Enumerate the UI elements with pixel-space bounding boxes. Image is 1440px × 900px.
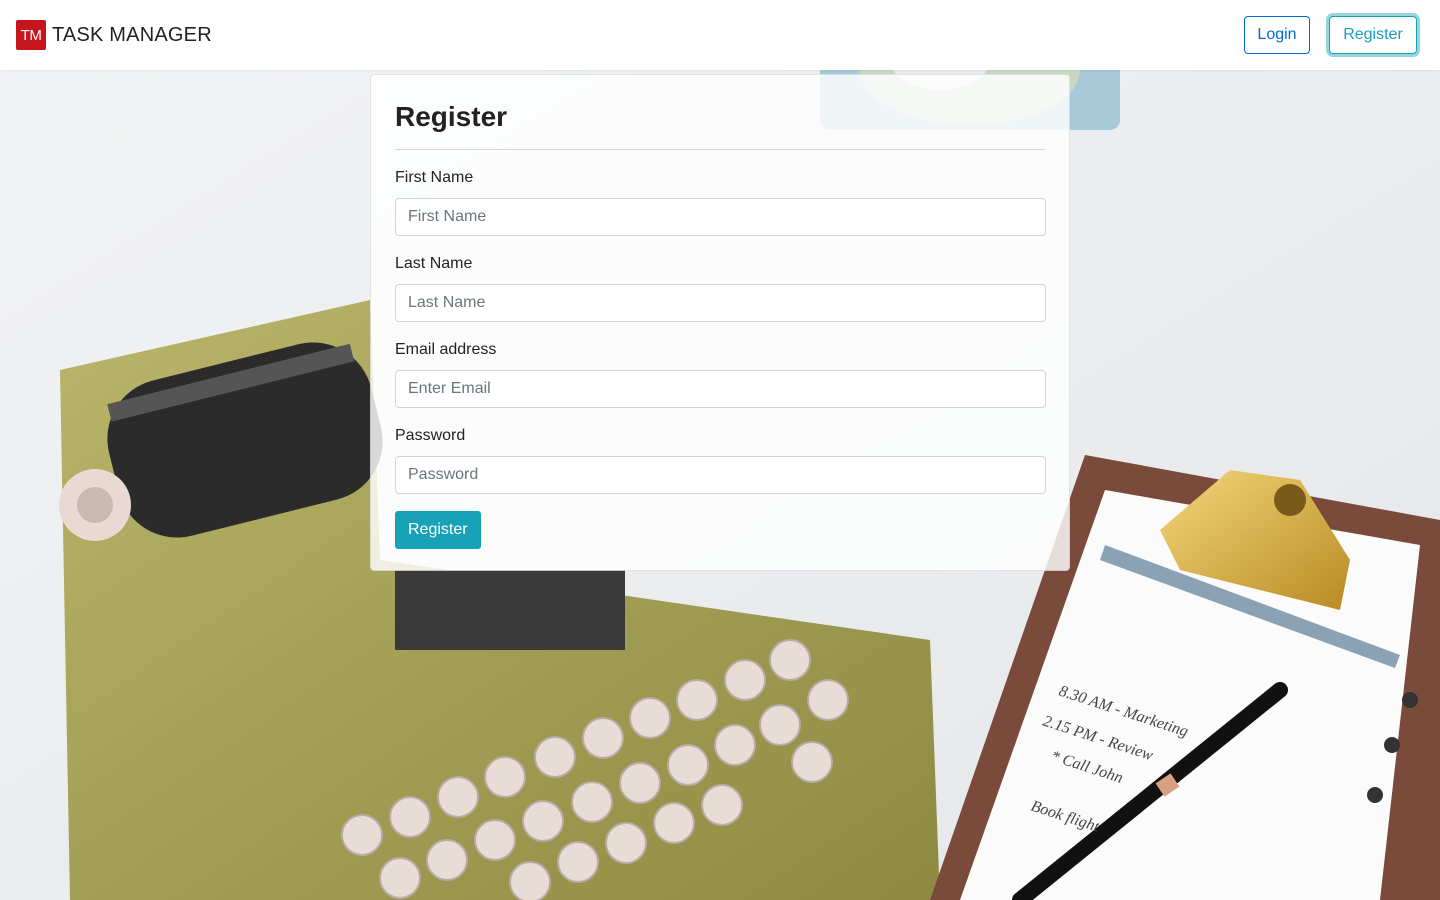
brand[interactable]: TM TASK MANAGER	[16, 20, 212, 50]
register-card: Register First Name Last Name Email addr…	[370, 74, 1070, 571]
login-button[interactable]: Login	[1244, 16, 1310, 54]
title-divider	[395, 149, 1045, 150]
email-group: Email address	[395, 340, 1046, 408]
top-navbar: TM TASK MANAGER Login Register	[0, 0, 1440, 70]
last-name-group: Last Name	[395, 254, 1046, 322]
email-label: Email address	[395, 341, 497, 358]
last-name-label: Last Name	[395, 255, 473, 272]
register-nav-button[interactable]: Register	[1329, 16, 1417, 54]
first-name-label: First Name	[395, 169, 474, 186]
brand-logo-icon: TM	[16, 20, 46, 50]
page-title: Register	[395, 101, 508, 132]
register-submit-button[interactable]: Register	[395, 511, 481, 549]
first-name-input[interactable]	[395, 198, 1046, 236]
last-name-input[interactable]	[395, 284, 1046, 322]
email-input[interactable]	[395, 370, 1046, 408]
password-group: Password	[395, 426, 1046, 494]
first-name-group: First Name	[395, 168, 1046, 236]
brand-name: TASK MANAGER	[52, 23, 212, 46]
password-input[interactable]	[395, 456, 1046, 494]
password-label: Password	[395, 427, 466, 444]
